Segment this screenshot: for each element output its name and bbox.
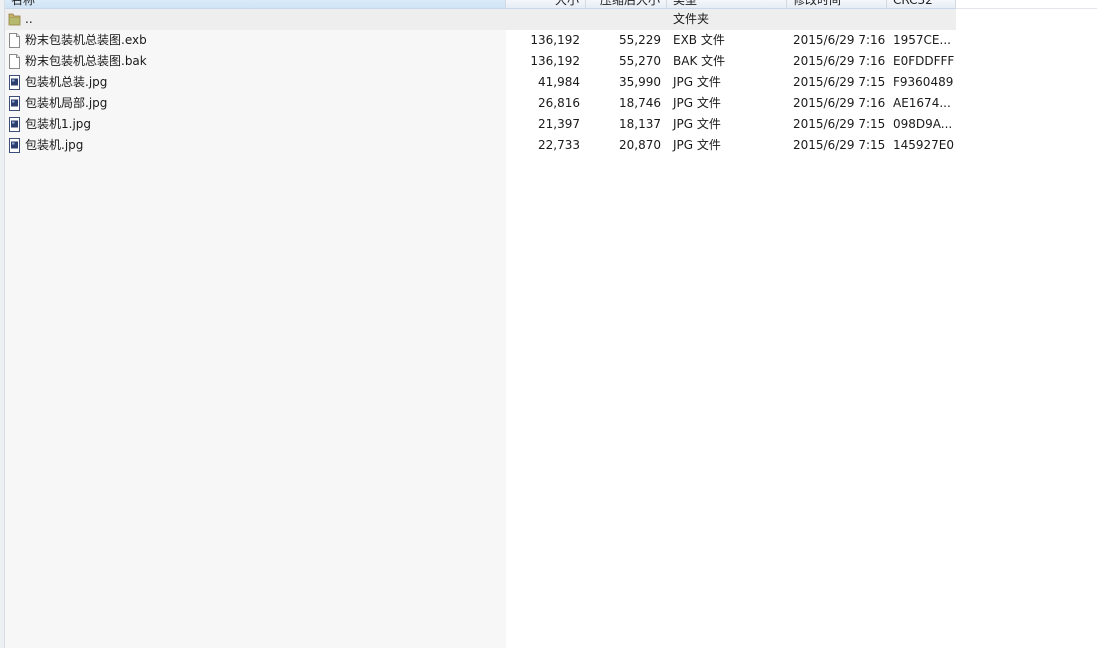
cell-packed-size: 55,270: [619, 54, 661, 68]
column-header-name[interactable]: 名称: [5, 0, 506, 8]
cell-name: ..: [5, 9, 506, 30]
column-header-bar: 名称 大小 压缩后大小 类型 修改时间 CRC32: [5, 0, 956, 9]
cell-modified: [787, 9, 887, 30]
archive-file-list-window: 名称 大小 压缩后大小 类型 修改时间 CRC32 .. 文件夹 粉末包装机总装…: [0, 0, 1097, 648]
cell-packed-size: 20,870: [619, 138, 661, 152]
file-name: 包装机.jpg: [25, 138, 84, 152]
header-empty-area: [956, 0, 1097, 9]
column-header-packed-size[interactable]: 压缩后大小: [586, 0, 667, 8]
cell-size: 136,192: [530, 54, 580, 68]
file-name: 包装机局部.jpg: [25, 96, 108, 110]
cell-crc: 1957CE...: [893, 33, 951, 47]
cell-modified: 2015/6/29 7:15: [793, 138, 886, 152]
cell-type: JPG 文件: [673, 75, 721, 89]
cell-size: 41,984: [538, 75, 580, 89]
file-name: 粉末包装机总装图.bak: [25, 54, 147, 68]
cell-name: 包装机总装.jpg: [5, 72, 506, 93]
blank-file-icon: [9, 54, 20, 69]
list-item-file[interactable]: 包装机1.jpg 21,397 18,137 JPG 文件 2015/6/29 …: [5, 114, 956, 135]
file-name: 包装机1.jpg: [25, 117, 92, 131]
cell-name: 包装机1.jpg: [5, 114, 506, 135]
list-item-file[interactable]: 包装机总装.jpg 41,984 35,990 JPG 文件 2015/6/29…: [5, 72, 956, 93]
cell-modified: 2015/6/29 7:16: [793, 96, 886, 110]
cell-crc: 145927E0: [893, 138, 955, 152]
cell-type: EXB 文件: [673, 33, 725, 47]
image-file-icon: [9, 138, 20, 153]
column-header-size[interactable]: 大小: [506, 0, 586, 8]
cell-crc: [887, 9, 956, 30]
cell-type: JPG 文件: [673, 117, 721, 131]
cell-size: 26,816: [538, 96, 580, 110]
list-item-file[interactable]: 粉末包装机总装图.exb 136,192 55,229 EXB 文件 2015/…: [5, 30, 956, 51]
list-item-parent-folder[interactable]: .. 文件夹: [5, 9, 956, 30]
cell-size: 22,733: [538, 138, 580, 152]
file-name: ..: [25, 12, 33, 26]
cell-modified: 2015/6/29 7:16: [793, 54, 886, 68]
cell-type: JPG 文件: [673, 96, 721, 110]
cell-size: [506, 9, 586, 30]
cell-name: 粉末包装机总装图.exb: [5, 30, 506, 51]
cell-type: 文件夹: [673, 12, 710, 26]
cell-packed-size: [586, 9, 667, 30]
blank-file-icon: [9, 33, 20, 48]
image-file-icon: [9, 75, 20, 90]
cell-name: 包装机.jpg: [5, 135, 506, 156]
file-list: .. 文件夹 粉末包装机总装图.exb 136,192 55,229 EXB 文…: [5, 9, 956, 156]
cell-modified: 2015/6/29 7:15: [793, 75, 886, 89]
list-item-file[interactable]: 包装机.jpg 22,733 20,870 JPG 文件 2015/6/29 7…: [5, 135, 956, 156]
folder-up-icon: [8, 13, 21, 26]
cell-packed-size: 35,990: [619, 75, 661, 89]
cell-type: JPG 文件: [673, 138, 721, 152]
cell-crc: E0FDDFFF: [893, 54, 955, 68]
image-file-icon: [9, 96, 20, 111]
cell-packed-size: 18,137: [619, 117, 661, 131]
cell-crc: F9360489: [893, 75, 954, 89]
column-header-modified[interactable]: 修改时间: [787, 0, 887, 8]
cell-modified: 2015/6/29 7:15: [793, 117, 886, 131]
column-header-crc[interactable]: CRC32: [887, 0, 956, 8]
cell-size: 21,397: [538, 117, 580, 131]
cell-name: 粉末包装机总装图.bak: [5, 51, 506, 72]
column-header-type[interactable]: 类型: [667, 0, 787, 8]
cell-size: 136,192: [530, 33, 580, 47]
file-name: 包装机总装.jpg: [25, 75, 108, 89]
cell-name: 包装机局部.jpg: [5, 93, 506, 114]
file-name: 粉末包装机总装图.exb: [25, 33, 147, 47]
list-item-file[interactable]: 粉末包装机总装图.bak 136,192 55,270 BAK 文件 2015/…: [5, 51, 956, 72]
cell-crc: 098D9A...: [893, 117, 953, 131]
cell-crc: AE1674...: [893, 96, 951, 110]
cell-packed-size: 18,746: [619, 96, 661, 110]
cell-modified: 2015/6/29 7:16: [793, 33, 886, 47]
cell-packed-size: 55,229: [619, 33, 661, 47]
list-item-file[interactable]: 包装机局部.jpg 26,816 18,746 JPG 文件 2015/6/29…: [5, 93, 956, 114]
cell-type: BAK 文件: [673, 54, 726, 68]
image-file-icon: [9, 117, 20, 132]
